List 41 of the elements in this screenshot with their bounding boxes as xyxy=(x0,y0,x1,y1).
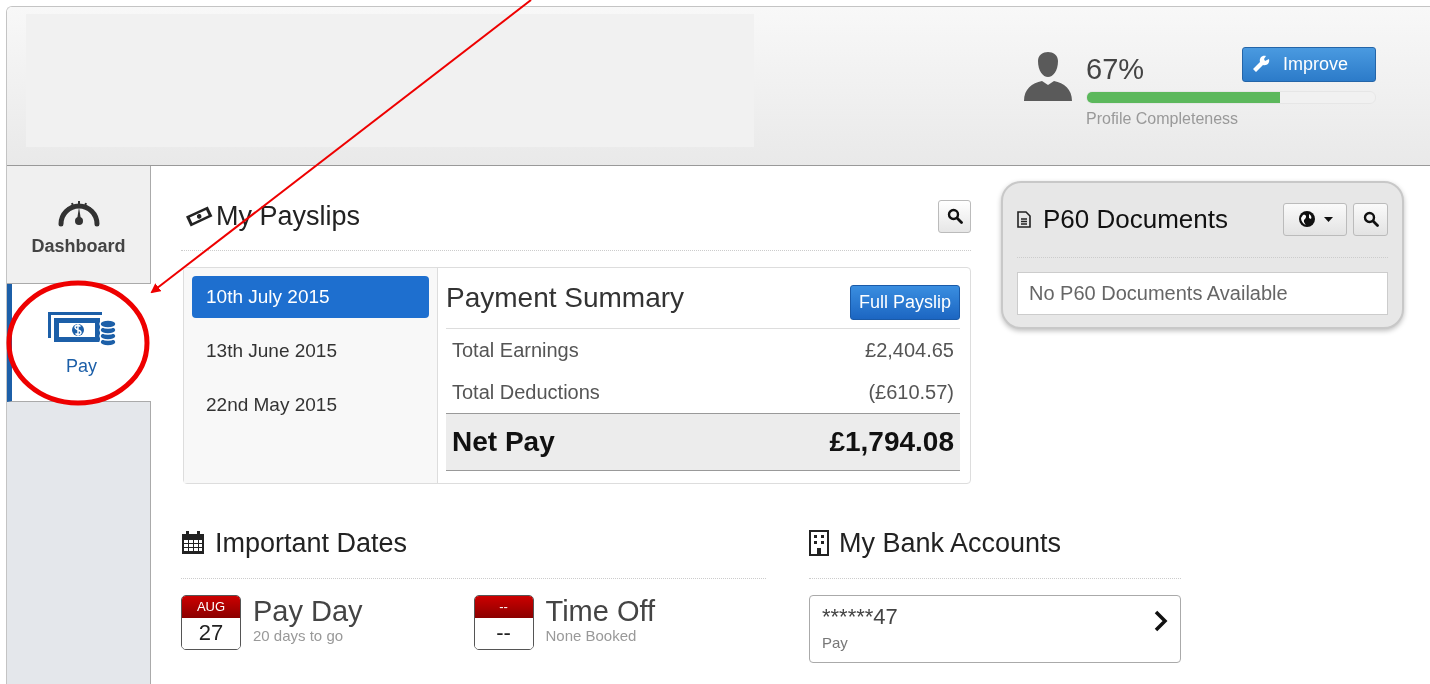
event-subtitle: 20 days to go xyxy=(253,627,345,644)
section-title: My Payslips xyxy=(216,200,361,232)
payslip-date-item[interactable]: 13th June 2015 xyxy=(192,330,429,372)
account-type: Pay xyxy=(822,634,849,651)
date-tile: -- -- xyxy=(473,595,534,650)
date-tile: AUG 27 xyxy=(181,595,241,650)
wrench-icon xyxy=(1251,54,1271,74)
caret-icon xyxy=(1323,216,1333,222)
full-payslip-button[interactable]: Full Payslip xyxy=(849,284,960,320)
section-title: Important Dates xyxy=(215,527,408,559)
summary-title: Payment Summary xyxy=(446,282,685,314)
improve-button[interactable]: Improve xyxy=(1242,47,1376,82)
payslip-date-item[interactable]: 22nd May 2015 xyxy=(192,384,429,426)
row-label: Total Earnings xyxy=(452,338,579,362)
search-icon xyxy=(1362,211,1379,227)
chevron-right-icon xyxy=(1154,610,1168,632)
payslip-date-item[interactable]: 10th July 2015 xyxy=(192,276,429,318)
section-title: My Bank Accounts xyxy=(839,527,1062,559)
globe-icon xyxy=(1297,210,1316,228)
document-icon xyxy=(1017,210,1031,228)
sidebar-tab[interactable]: Dashboard xyxy=(7,166,150,284)
account-number: ******47 xyxy=(822,604,898,630)
completeness-percent: 67% xyxy=(1086,53,1145,86)
progress-caption: Profile Completeness xyxy=(1086,110,1240,128)
globe-dropdown-button[interactable] xyxy=(1283,202,1347,236)
building-icon xyxy=(809,530,829,556)
search-icon xyxy=(946,208,963,224)
event-title: Pay Day xyxy=(253,595,363,627)
row-label: Net Pay xyxy=(452,426,555,458)
event-title: Time Off xyxy=(545,595,656,627)
panel-title: P60 Documents xyxy=(1043,203,1229,235)
search-button[interactable] xyxy=(1353,202,1388,236)
event-subtitle: None Booked xyxy=(545,627,638,644)
search-button[interactable] xyxy=(938,199,971,233)
empty-message: No P60 Documents Available xyxy=(1017,272,1388,315)
row-amount: (£610.57) xyxy=(868,380,954,404)
row-amount: £2,404.65 xyxy=(865,338,954,362)
row-amount: £1,794.08 xyxy=(829,426,954,458)
row-label: Total Deductions xyxy=(452,380,600,404)
calendar-icon xyxy=(181,531,205,555)
bank-account-card[interactable]: ******47 Pay xyxy=(809,595,1181,663)
